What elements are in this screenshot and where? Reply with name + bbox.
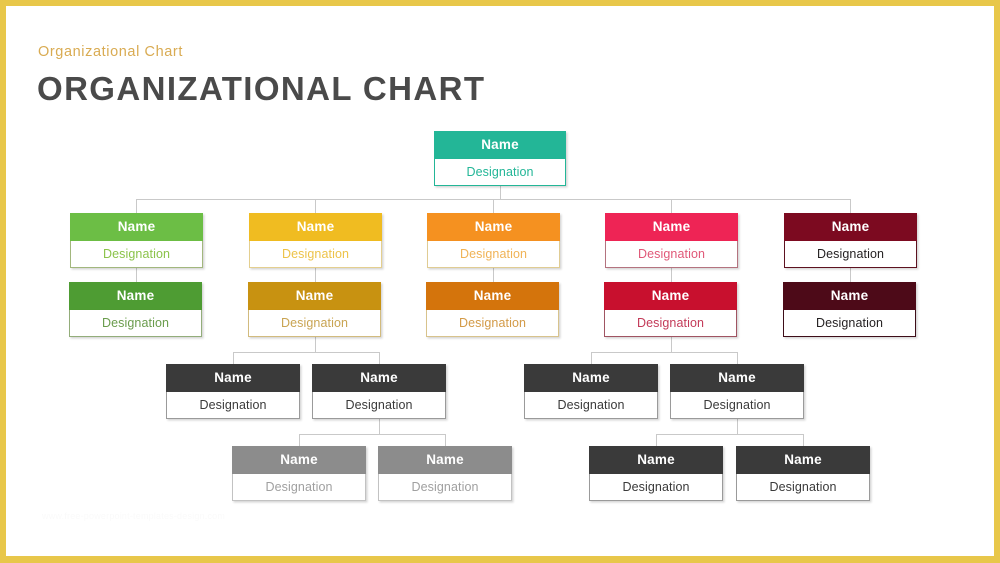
org-node-c4[interactable]: Name Designation <box>604 282 737 337</box>
org-node-designation: Designation <box>783 309 916 337</box>
org-node-designation: Designation <box>427 240 560 268</box>
org-node-root[interactable]: Name Designation <box>434 131 566 186</box>
org-node-name: Name <box>524 364 658 392</box>
org-node-name: Name <box>426 282 559 310</box>
watermark: www.free-powerpoint-templates-design.com <box>42 511 226 521</box>
connector-line <box>445 434 446 446</box>
org-node-designation: Designation <box>378 473 512 501</box>
connector-line <box>500 185 501 200</box>
connector-line <box>136 268 137 282</box>
org-node-c1[interactable]: Name Designation <box>69 282 202 337</box>
org-node-designation: Designation <box>69 309 202 337</box>
org-node-name: Name <box>378 446 512 474</box>
connector-line <box>299 434 300 446</box>
org-node-designation: Designation <box>736 473 870 501</box>
org-node-name: Name <box>604 282 737 310</box>
org-node-designation: Designation <box>784 240 917 268</box>
slide-canvas: Organizational Chart ORGANIZATIONAL CHAR… <box>0 0 1000 563</box>
org-node-d2[interactable]: Name Designation <box>312 364 446 419</box>
org-node-name: Name <box>427 213 560 241</box>
connector-line <box>315 268 316 282</box>
org-node-c5[interactable]: Name Designation <box>783 282 916 337</box>
connector-line <box>671 337 672 352</box>
org-node-name: Name <box>70 213 203 241</box>
frame-border-left <box>0 0 6 563</box>
org-node-designation: Designation <box>604 309 737 337</box>
page-title: ORGANIZATIONAL CHART <box>37 70 486 107</box>
connector-line <box>803 434 804 446</box>
connector-line <box>850 268 851 282</box>
connector-line <box>656 434 657 446</box>
connector-line <box>850 199 851 213</box>
org-node-name: Name <box>783 282 916 310</box>
org-node-designation: Designation <box>249 240 382 268</box>
org-node-name: Name <box>589 446 723 474</box>
connector-line <box>315 199 316 213</box>
connector-line <box>233 352 380 353</box>
org-node-e1[interactable]: Name Designation <box>232 446 366 501</box>
org-node-c2[interactable]: Name Designation <box>248 282 381 337</box>
connector-line <box>315 337 316 352</box>
org-node-designation: Designation <box>589 473 723 501</box>
connector-line <box>379 352 380 364</box>
org-node-designation: Designation <box>426 309 559 337</box>
org-node-designation: Designation <box>312 391 446 419</box>
connector-line <box>737 352 738 364</box>
connector-line <box>671 199 672 213</box>
org-node-e3[interactable]: Name Designation <box>589 446 723 501</box>
org-node-name: Name <box>605 213 738 241</box>
org-node-name: Name <box>736 446 870 474</box>
org-node-designation: Designation <box>248 309 381 337</box>
org-node-name: Name <box>249 213 382 241</box>
org-node-designation: Designation <box>166 391 300 419</box>
org-node-designation: Designation <box>232 473 366 501</box>
org-node-b3[interactable]: Name Designation <box>427 213 560 268</box>
connector-line <box>136 199 137 213</box>
frame-border-top <box>0 0 1000 6</box>
org-node-name: Name <box>69 282 202 310</box>
org-node-designation: Designation <box>70 240 203 268</box>
org-node-designation: Designation <box>605 240 738 268</box>
org-node-name: Name <box>434 131 566 159</box>
org-node-b5[interactable]: Name Designation <box>784 213 917 268</box>
org-node-b2[interactable]: Name Designation <box>249 213 382 268</box>
connector-line <box>656 434 803 435</box>
org-node-b4[interactable]: Name Designation <box>605 213 738 268</box>
connector-line <box>493 268 494 282</box>
org-node-name: Name <box>312 364 446 392</box>
org-node-e2[interactable]: Name Designation <box>378 446 512 501</box>
org-node-b1[interactable]: Name Designation <box>70 213 203 268</box>
connector-line <box>671 268 672 282</box>
connector-line <box>591 352 738 353</box>
org-node-e4[interactable]: Name Designation <box>736 446 870 501</box>
org-node-name: Name <box>784 213 917 241</box>
org-node-designation: Designation <box>670 391 804 419</box>
connector-line <box>591 352 592 364</box>
connector-line <box>233 352 234 364</box>
org-node-name: Name <box>248 282 381 310</box>
connector-line <box>299 434 445 435</box>
org-node-d3[interactable]: Name Designation <box>524 364 658 419</box>
frame-border-bottom <box>0 556 1000 563</box>
org-node-name: Name <box>166 364 300 392</box>
frame-border-right <box>994 0 1000 563</box>
org-node-d4[interactable]: Name Designation <box>670 364 804 419</box>
connector-line <box>737 419 738 434</box>
slide-kicker: Organizational Chart <box>38 44 183 60</box>
connector-line <box>379 419 380 434</box>
org-node-designation: Designation <box>524 391 658 419</box>
org-node-d1[interactable]: Name Designation <box>166 364 300 419</box>
org-node-name: Name <box>670 364 804 392</box>
org-node-c3[interactable]: Name Designation <box>426 282 559 337</box>
org-node-name: Name <box>232 446 366 474</box>
org-node-designation: Designation <box>434 158 566 186</box>
connector-line <box>493 199 494 213</box>
